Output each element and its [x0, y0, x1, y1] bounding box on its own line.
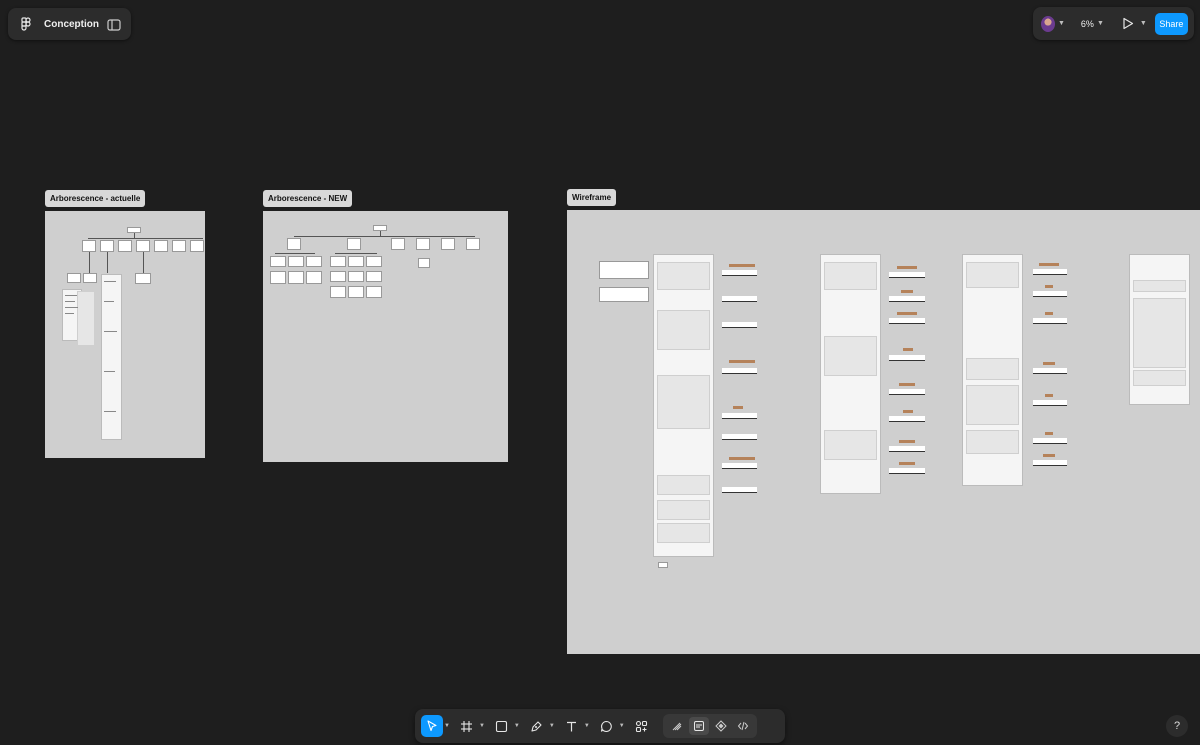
frame-tool[interactable]: ▼ [456, 714, 485, 738]
dev-mode-icon[interactable] [711, 717, 731, 735]
chevron-down-icon[interactable]: ▼ [619, 723, 625, 729]
chevron-down-icon[interactable]: ▼ [514, 723, 520, 729]
frame-label-wireframe[interactable]: Wireframe [567, 189, 617, 206]
pen-tool[interactable]: ▼ [526, 714, 555, 738]
avatar[interactable] [1041, 15, 1055, 32]
frame-label-new-tree[interactable]: Arborescence - NEW [263, 190, 353, 207]
move-tool[interactable]: ▼ [421, 714, 450, 738]
file-title[interactable]: Conception [44, 19, 107, 30]
comment-icon[interactable] [596, 715, 618, 737]
bottom-toolbar: ▼ ▼ ▼ ▼ ▼ ▼ [415, 709, 785, 743]
chevron-down-icon[interactable]: ▼ [1140, 20, 1147, 27]
actions-tool[interactable] [631, 714, 653, 738]
frame-wireframe[interactable] [567, 210, 1200, 654]
sidebar-toggle-icon[interactable] [107, 18, 121, 31]
chevron-down-icon[interactable]: ▼ [479, 723, 485, 729]
chevron-down-icon[interactable]: ▼ [584, 723, 590, 729]
actions-icon[interactable] [631, 715, 653, 737]
code-icon[interactable] [733, 717, 753, 735]
design-mode-icon[interactable] [688, 717, 709, 735]
frame-label-current-tree[interactable]: Arborescence - actuelle [45, 190, 146, 207]
draw-mode-icon[interactable] [667, 717, 687, 735]
text-icon[interactable] [561, 715, 583, 737]
rectangle-icon[interactable] [491, 715, 513, 737]
main-menu-icon[interactable] [18, 16, 34, 32]
chevron-down-icon: ▼ [1096, 20, 1104, 27]
zoom-level: 6% [1080, 18, 1094, 29]
pen-icon[interactable] [526, 715, 548, 737]
file-panel: Conception [8, 8, 131, 40]
comment-tool[interactable]: ▼ [596, 714, 625, 738]
text-tool[interactable]: ▼ [561, 714, 590, 738]
help-button[interactable]: ? [1166, 715, 1188, 737]
zoom-control[interactable]: 6% ▼ [1081, 19, 1104, 29]
chevron-down-icon[interactable]: ▼ [1058, 20, 1065, 27]
move-icon[interactable] [421, 715, 443, 737]
frame-current-tree[interactable] [45, 211, 205, 458]
chevron-down-icon[interactable]: ▼ [549, 723, 555, 729]
share-button[interactable]: Share [1154, 12, 1188, 35]
mode-switcher [662, 714, 757, 738]
play-icon [1123, 17, 1133, 30]
present-button[interactable]: ▼ [1122, 17, 1147, 30]
frame-icon[interactable] [456, 715, 478, 737]
top-right-panel: ▼ 6% ▼ ▼ Share [1033, 7, 1194, 40]
frame-new-tree[interactable] [263, 211, 508, 462]
shape-tool[interactable]: ▼ [491, 714, 520, 738]
chevron-down-icon[interactable]: ▼ [444, 723, 450, 729]
